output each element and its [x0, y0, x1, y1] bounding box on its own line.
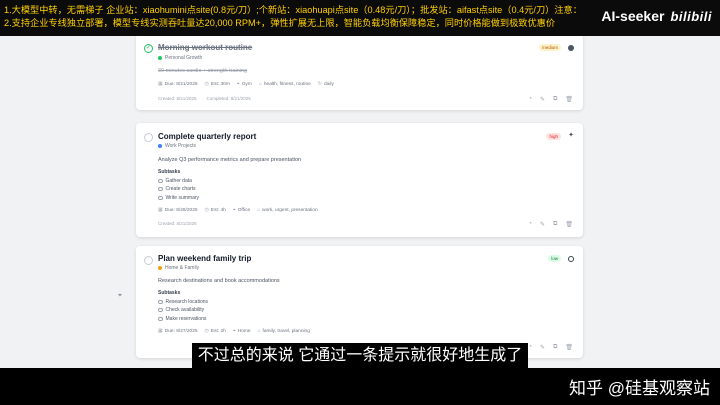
- estimate: Est: 4h: [210, 207, 226, 213]
- status-ring-icon[interactable]: [568, 256, 574, 262]
- category-dot: [158, 266, 162, 270]
- tags: work, urgent, presentation: [262, 207, 318, 213]
- location: Gym: [241, 81, 252, 87]
- estimate: Est: 2h: [210, 328, 226, 334]
- location-pin-icon: ⌖: [236, 81, 240, 87]
- subtask-checkbox[interactable]: [158, 299, 163, 305]
- subtask-item[interactable]: Check availability: [158, 307, 204, 313]
- task-card[interactable]: Plan weekend family trip Home & Family R…: [136, 246, 583, 358]
- subtask-checkbox[interactable]: [158, 186, 163, 192]
- completed-date: Completed: 8/21/2025: [206, 96, 251, 101]
- sparkle-icon[interactable]: ✦: [568, 132, 574, 139]
- recurrence: daily: [324, 81, 334, 87]
- timer-icon[interactable]: ◔: [528, 221, 532, 228]
- task-meta: ▦ Due: 8/21/2025 ◷ Est: 30m ⌖ Gym ⌂ health, …: [158, 81, 334, 87]
- duplicate-icon[interactable]: ⧉: [553, 221, 557, 228]
- subtask-checkbox[interactable]: [158, 316, 163, 322]
- subtask-item[interactable]: Make reservations: [158, 316, 206, 322]
- calendar-icon: ▦: [158, 81, 163, 87]
- due-date: Due: 8/27/2025: [164, 328, 198, 334]
- status-dot-icon: [568, 45, 574, 51]
- subtask-checkbox[interactable]: [158, 195, 163, 201]
- subtask-item[interactable]: Research locations: [158, 299, 208, 305]
- task-title: Plan weekend family trip: [158, 254, 252, 263]
- task-description: 30 minutes cardio + strength training: [158, 68, 248, 74]
- due-date: Due: 8/21/2025: [164, 81, 198, 87]
- task-complete-checkbox[interactable]: [144, 133, 153, 142]
- task-timestamps: Created: 8/21/2025 Completed: 8/21/2025: [158, 96, 251, 101]
- clock-icon: ◷: [204, 207, 209, 213]
- category-dot: [158, 144, 162, 148]
- location: Home: [237, 328, 251, 334]
- mouse-cursor-icon: ⌖: [118, 292, 122, 299]
- subtasks-heading: Subtasks: [158, 290, 181, 296]
- channel-name: AI-seeker: [601, 8, 665, 24]
- bilibili-logo: bilibili: [670, 8, 712, 24]
- tag-icon: ⌂: [257, 328, 261, 334]
- task-complete-checkbox[interactable]: [144, 256, 153, 265]
- task-title: Complete quarterly report: [158, 132, 257, 141]
- subtask-item[interactable]: Write summary: [158, 195, 199, 201]
- zhihu-watermark: 知乎 @硅基观察站: [569, 379, 710, 398]
- task-list: ✓ Morning workout routine Personal Growt…: [0, 36, 720, 368]
- calendar-icon: ▦: [158, 207, 163, 213]
- priority-badge: medium: [538, 44, 561, 51]
- edit-icon[interactable]: ✎: [540, 221, 545, 228]
- duplicate-icon[interactable]: ⧉: [553, 96, 557, 103]
- channel-brand: AI-seeker bilibili: [601, 8, 712, 24]
- ad-text-line-1: 1.大模型中转，无需梯子 企业站：xiaohumini点site(0.8元/刀）…: [4, 5, 576, 15]
- top-banner: 1.大模型中转，无需梯子 企业站：xiaohumini点site(0.8元/刀）…: [0, 0, 720, 36]
- task-card[interactable]: Complete quarterly report Work Projects …: [136, 123, 583, 237]
- created-date: Created: 8/21/2025: [158, 221, 197, 226]
- task-category: Personal Growth: [158, 55, 202, 61]
- task-actions: ◔ ✎ ⧉ 🗑: [528, 221, 573, 228]
- task-title: Morning workout routine: [158, 43, 253, 52]
- priority-badge: high: [546, 133, 561, 140]
- subtasks-heading: Subtasks: [158, 169, 181, 175]
- task-timestamps: Created: 8/21/2025: [158, 221, 197, 226]
- task-complete-checkbox[interactable]: ✓: [144, 44, 153, 53]
- task-card[interactable]: ✓ Morning workout routine Personal Growt…: [136, 36, 583, 110]
- location-pin-icon: ⌖: [232, 328, 236, 334]
- trash-icon[interactable]: 🗑: [565, 221, 573, 228]
- category-label: Home & Family: [165, 265, 200, 271]
- clock-icon: ◷: [204, 81, 209, 87]
- tags: family, travel, planning: [262, 328, 310, 334]
- due-date: Due: 8/28/2025: [164, 207, 198, 213]
- ad-text-line-2: 2.支持企业专线独立部署，模型专线实测吞吐量达20,000 RPM+，弹性扩展无…: [4, 18, 556, 28]
- clock-icon: ◷: [204, 328, 209, 334]
- subtitle-text: 不过总的来说 它通过一条提示就很好地生成了: [191, 343, 529, 369]
- created-date: Created: 8/21/2025: [158, 96, 197, 101]
- tag-icon: ⌂: [258, 81, 262, 87]
- location-pin-icon: ⌖: [232, 207, 236, 213]
- priority-badge: low: [548, 255, 561, 262]
- task-category: Home & Family: [158, 265, 199, 271]
- task-meta: ▦ Due: 8/28/2025 ◷ Est: 4h ⌖ Office ⌂ work, …: [158, 207, 318, 213]
- task-meta: ▦ Due: 8/27/2025 ◷ Est: 2h ⌖ Home ⌂ family, …: [158, 328, 310, 334]
- subtask-item[interactable]: Gather data: [158, 178, 192, 184]
- task-description: Research destinations and book accommoda…: [158, 278, 280, 284]
- location: Office: [237, 207, 251, 213]
- bottom-bar: 知乎 @硅基观察站: [0, 368, 720, 405]
- estimate: Est: 30m: [210, 81, 230, 87]
- task-actions: ◔ ✎ ⧉ 🗑: [528, 96, 573, 103]
- video-subtitle: 不过总的来说 它通过一条提示就很好地生成了: [0, 343, 720, 369]
- task-category: Work Projects: [158, 143, 196, 149]
- repeat-icon: ↻: [317, 81, 322, 87]
- calendar-icon: ▦: [158, 328, 163, 334]
- subtask-checkbox[interactable]: [158, 178, 163, 184]
- subtask-checkbox[interactable]: [158, 307, 163, 313]
- timer-icon[interactable]: ◔: [528, 96, 532, 103]
- trash-icon[interactable]: 🗑: [565, 96, 573, 103]
- category-dot: [158, 56, 162, 60]
- edit-icon[interactable]: ✎: [540, 96, 545, 103]
- task-description: Analyze Q3 performance metrics and prepa…: [158, 157, 302, 163]
- tags: health, fitness, routine: [263, 81, 311, 87]
- category-label: Work Projects: [165, 143, 197, 149]
- subtask-item[interactable]: Create charts: [158, 186, 196, 192]
- category-label: Personal Growth: [165, 55, 203, 61]
- tag-icon: ⌂: [257, 207, 261, 213]
